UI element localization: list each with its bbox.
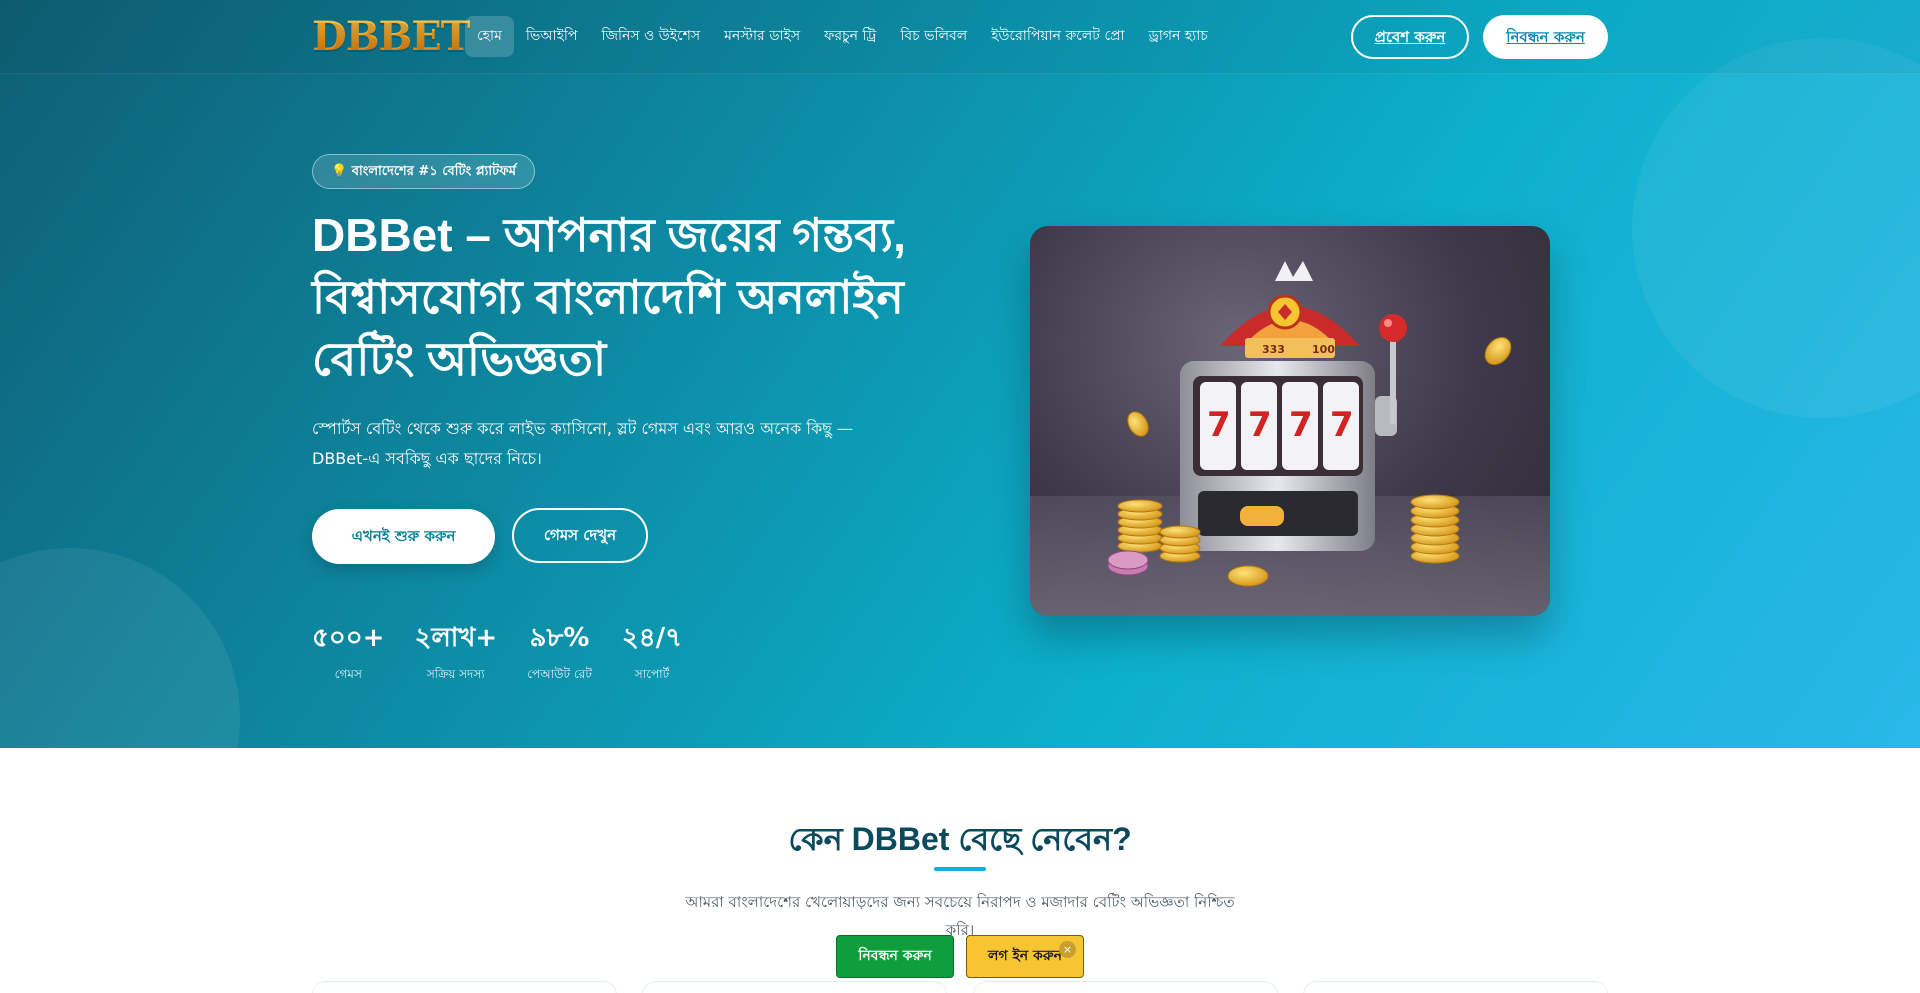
stat-payout: ৯৮% পেআউট রেট bbox=[527, 620, 592, 684]
nav-item-dragon-hatch[interactable]: ড্রাগন হ্যাচ bbox=[1137, 16, 1220, 57]
register-button[interactable]: নিবন্ধন করুন bbox=[1483, 15, 1608, 59]
view-games-button[interactable]: গেমস দেখুন bbox=[512, 508, 648, 563]
slot-machine-image: 333 100 7 7 7 7 bbox=[1030, 226, 1550, 616]
hero-stats: ৫০০+ গেমস ২লাখ+ সক্রিয় সদস্য ৯৮% পেআউট … bbox=[312, 620, 712, 684]
stat-label: সক্রিয় সদস্য bbox=[426, 667, 485, 681]
stat-value: ৯৮% bbox=[529, 623, 590, 653]
slot-top-number: 100 bbox=[1312, 343, 1335, 356]
top-navbar: DBBET হোম ভিআইপি জিনিস ও উইশেস মনস্টার ড… bbox=[0, 0, 1920, 74]
reel-symbol: 7 bbox=[1330, 405, 1354, 445]
feature-card bbox=[1303, 981, 1608, 993]
nav-item-monster-dice[interactable]: মনস্টার ডাইস bbox=[712, 16, 812, 57]
stat-label: গেমস bbox=[334, 667, 362, 681]
hero-title: DBBet – আপনার জয়ের গন্তব্য, বিশ্বাসযোগ্… bbox=[312, 209, 906, 385]
decorative-circle bbox=[1632, 38, 1920, 418]
stat-members: ২লাখ+ সক্রিয় সদস্য bbox=[414, 620, 497, 684]
nav-item-vip[interactable]: ভিআইপি bbox=[514, 16, 590, 57]
reel-symbol: 7 bbox=[1207, 405, 1231, 445]
nav-item-european-roulette[interactable]: ইউরোপিয়ান রুলেট প্রো bbox=[979, 16, 1136, 57]
nav-item-fortune-tree[interactable]: ফরচুন ট্রি bbox=[812, 16, 888, 57]
stat-value: ২লাখ+ bbox=[414, 623, 498, 653]
stat-value: ২৪/৭ bbox=[621, 623, 683, 653]
stat-value: ৫০০+ bbox=[312, 623, 385, 653]
close-icon[interactable]: × bbox=[1059, 941, 1076, 958]
start-now-button[interactable]: এখনই শুরু করুন bbox=[312, 509, 495, 564]
why-section-title: কেন DBBet বেছে নেবেন? bbox=[788, 821, 1132, 857]
decorative-circle bbox=[0, 548, 240, 748]
reel-symbol: 7 bbox=[1289, 405, 1313, 445]
slot-top-number: 333 bbox=[1262, 343, 1285, 356]
hero-badge: 💡 বাংলাদেশের #১ বেটিং প্ল্যাটফর্ম bbox=[312, 154, 535, 189]
login-button[interactable]: প্রবেশ করুন bbox=[1351, 15, 1469, 59]
stat-support: ২৪/৭ সাপোর্ট bbox=[622, 620, 682, 684]
main-menu: হোম ভিআইপি জিনিস ও উইশেস মনস্টার ডাইস ফর… bbox=[465, 16, 1220, 57]
section-underline bbox=[934, 867, 986, 871]
hero-subtitle: স্পোর্টস বেটিং থেকে শুরু করে লাইভ ক্যাসি… bbox=[312, 419, 853, 468]
floating-register-button[interactable]: নিবন্ধন করুন bbox=[836, 935, 954, 978]
feature-card bbox=[973, 981, 1278, 993]
stat-games: ৫০০+ গেমস bbox=[312, 620, 384, 684]
hero-section: DBBET হোম ভিআইপি জিনিস ও উইশেস মনস্টার ড… bbox=[0, 0, 1920, 748]
feature-card bbox=[642, 981, 947, 993]
nav-item-genies-wishes[interactable]: জিনিস ও উইশেস bbox=[589, 16, 712, 57]
feature-card bbox=[312, 981, 617, 993]
why-section-description: আমরা বাংলাদেশের খেলোয়াড়দের জন্য সবচেয়… bbox=[685, 893, 1235, 939]
reel-symbol: 7 bbox=[1248, 405, 1272, 445]
slot-machine-illustration: 333 100 7 7 7 7 bbox=[1030, 261, 1550, 616]
stat-label: পেআউট রেট bbox=[527, 667, 592, 681]
brand-logo[interactable]: DBBET bbox=[312, 12, 471, 62]
nav-item-home[interactable]: হোম bbox=[465, 16, 514, 57]
stat-label: সাপোর্ট bbox=[634, 667, 670, 681]
nav-item-beach-volleyball[interactable]: বিচ ভলিবল bbox=[888, 16, 979, 57]
